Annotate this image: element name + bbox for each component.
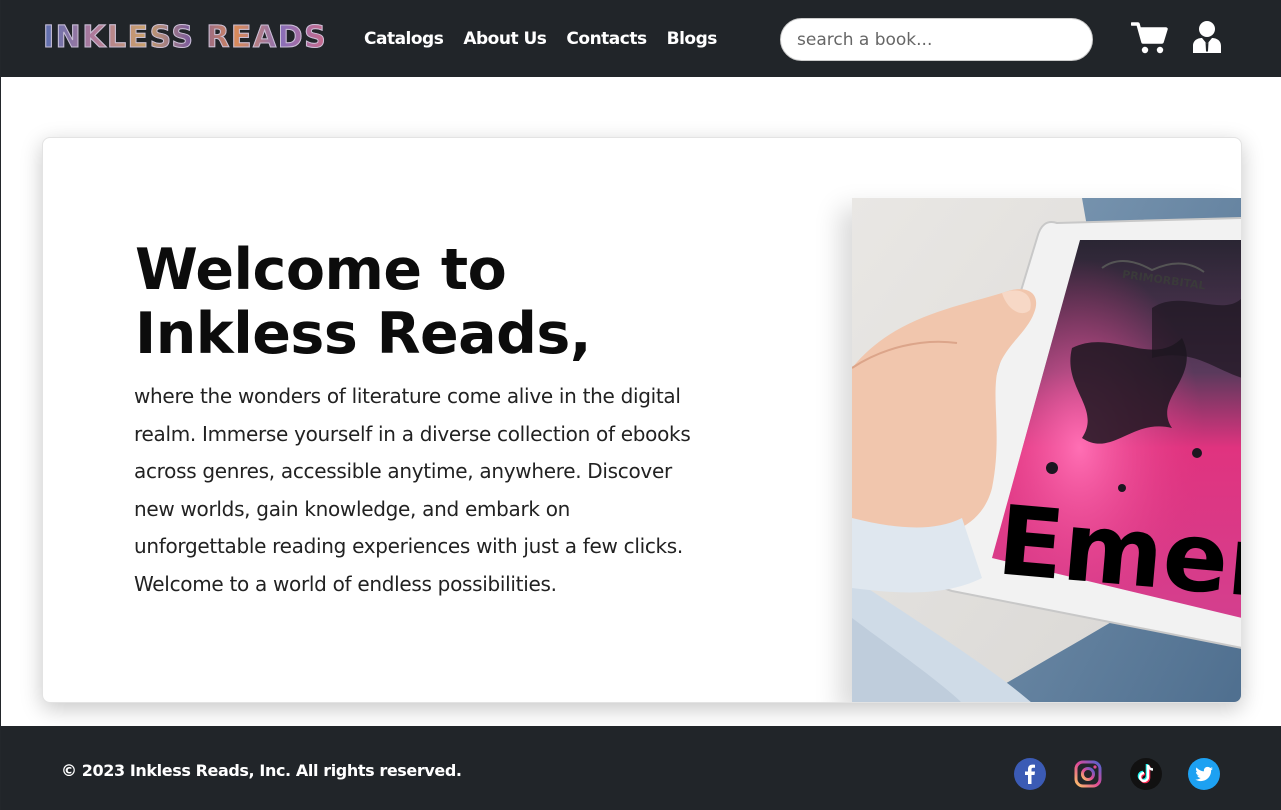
copyright-text: © 2023 Inkless Reads, Inc. All rights re… bbox=[61, 761, 462, 780]
hero-title: Welcome to Inkless Reads, bbox=[135, 238, 695, 366]
hero-title-line-1: Welcome to bbox=[135, 237, 507, 303]
search-input[interactable] bbox=[780, 18, 1093, 61]
nav-link-contacts[interactable]: Contacts bbox=[566, 27, 647, 51]
site-logo[interactable]: INKLESS READS bbox=[42, 20, 327, 56]
instagram-icon[interactable] bbox=[1072, 758, 1104, 790]
hero-tablet-image: PRIMORBITAL Emer bbox=[851, 198, 1241, 702]
hero-description: where the wonders of literature come ali… bbox=[134, 384, 691, 596]
twitter-icon[interactable] bbox=[1188, 758, 1220, 790]
welcome-card: Welcome to Inkless Reads, where the wond… bbox=[42, 137, 1242, 703]
cart-icon[interactable] bbox=[1130, 21, 1169, 55]
tiktok-icon[interactable] bbox=[1130, 758, 1162, 790]
main-nav: Catalogs About Us Contacts Blogs bbox=[364, 27, 717, 51]
top-navbar: INKLESS READS Catalogs About Us Contacts… bbox=[1, 0, 1281, 77]
hero-title-line-2: Inkless Reads, bbox=[135, 301, 592, 367]
user-icon[interactable] bbox=[1192, 20, 1222, 53]
nav-link-about-us[interactable]: About Us bbox=[463, 27, 547, 51]
facebook-icon[interactable] bbox=[1014, 758, 1046, 790]
nav-link-blogs[interactable]: Blogs bbox=[667, 27, 718, 51]
site-footer: © 2023 Inkless Reads, Inc. All rights re… bbox=[1, 726, 1281, 810]
nav-link-catalogs[interactable]: Catalogs bbox=[364, 27, 444, 51]
